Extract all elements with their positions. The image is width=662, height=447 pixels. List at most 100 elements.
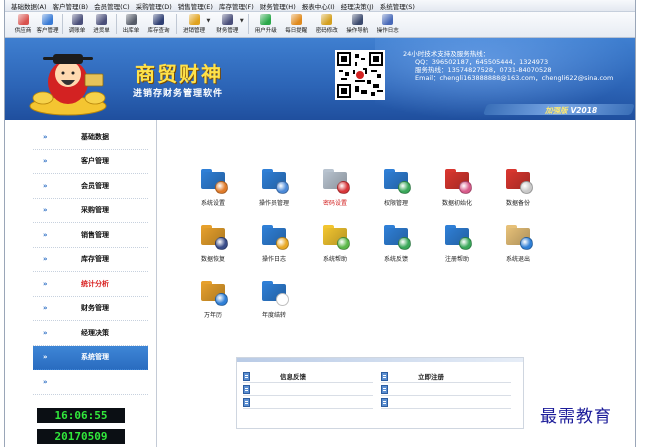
toolbar-reminder-button[interactable]: 每日提醒 (281, 14, 311, 34)
dropdown-arrow-icon[interactable]: ▼ (240, 18, 244, 24)
brand-title: 商贸财神 (135, 62, 223, 86)
function-button[interactable]: 系统设置 (186, 164, 240, 207)
document-icon (243, 384, 250, 394)
toolbar-label: 密码修改 (315, 28, 338, 34)
function-button[interactable]: 注册帮助 (430, 220, 484, 263)
toolbar-label: 进货单 (93, 28, 110, 34)
toolbar-log-button[interactable]: 操作日志 (373, 14, 403, 34)
toolbar-supplier-button[interactable]: 供应商 (11, 14, 35, 34)
double-chevron-icon: » (43, 206, 47, 215)
trade-icon (188, 14, 200, 25)
function-button[interactable]: 系统退出 (491, 220, 545, 263)
sidebar-item-label: 经理决策 (81, 328, 109, 337)
function-label: 密码设置 (322, 200, 347, 207)
toolbar-adjust-button[interactable]: 调账单 (65, 14, 89, 34)
data-restore-icon (198, 220, 228, 250)
double-chevron-icon: » (43, 353, 47, 362)
register-title[interactable]: 立即注册 (418, 371, 444, 381)
toolbar-password-button[interactable]: 密码修改 (312, 14, 342, 34)
toolbar-separator (247, 14, 249, 34)
sidebar-item-manager[interactable]: » 经理决策 (33, 321, 148, 346)
list-item[interactable] (243, 396, 373, 409)
function-label: 操作员管理 (258, 200, 289, 207)
sidebar-item-finance[interactable]: » 财务管理 (33, 297, 148, 321)
clock-time: 16:06:55 (37, 408, 125, 423)
list-item[interactable] (381, 396, 511, 409)
operation-log-icon (259, 220, 289, 250)
menu-reports[interactable]: 报表中心(I) (302, 1, 335, 11)
document-icon (381, 384, 388, 394)
feedback-title: 信息反馈 (280, 373, 306, 381)
customer-icon (42, 14, 53, 25)
function-button[interactable]: 系统反馈 (369, 220, 423, 263)
function-button[interactable]: 密码设置 (308, 164, 362, 207)
sidebar-item-inventory[interactable]: » 库存管理 (33, 248, 148, 272)
function-label: 系统退出 (505, 256, 530, 263)
function-button[interactable]: 操作员管理 (247, 164, 301, 207)
outbound-doc-icon (125, 14, 137, 25)
function-button[interactable]: 系统帮助 (308, 220, 362, 263)
toolbar-outbound-button[interactable]: 出库单 (119, 14, 143, 34)
function-button[interactable]: 万年历 (186, 276, 240, 319)
function-label: 数据恢复 (200, 256, 225, 263)
menu-inventory[interactable]: 库存管理(F) (219, 1, 254, 11)
sidebar-item-members[interactable]: » 会员管理 (33, 174, 148, 199)
dropdown-arrow-icon[interactable]: ▼ (207, 18, 211, 24)
double-chevron-icon: » (43, 181, 47, 190)
toolbar-inventory-query-button[interactable]: 库存查询 (144, 14, 174, 34)
list-item[interactable]: 立即注册 (381, 370, 511, 383)
sidebar-item-customers[interactable]: » 客户管理 (33, 150, 148, 174)
toolbar-label: 库存查询 (147, 28, 170, 34)
menu-basic-data[interactable]: 基础数据(A) (11, 1, 47, 11)
function-label: 万年历 (203, 312, 222, 319)
calendar-icon (198, 276, 228, 306)
sidebar-item-statistics[interactable]: » 统计分析 (33, 272, 148, 297)
finance-icon (221, 14, 233, 25)
list-item[interactable]: 信息反馈 (243, 370, 373, 383)
menu-purchasing[interactable]: 采购管理(D) (136, 1, 172, 11)
purchase-doc-icon (96, 14, 107, 25)
toolbar-trade-button[interactable]: 进销管理 (179, 14, 209, 34)
sidebar-item-basic-data[interactable]: » 基础数据 (33, 125, 148, 150)
password-icon (321, 14, 333, 25)
sidebar-item-purchasing[interactable]: » 采购管理 (33, 199, 148, 223)
function-button[interactable]: 操作日志 (247, 220, 301, 263)
function-label: 系统反馈 (383, 256, 408, 263)
menu-members[interactable]: 会员管理(C) (94, 1, 130, 11)
menu-customers[interactable]: 客户管理(B) (53, 1, 89, 11)
list-item[interactable] (381, 383, 511, 396)
toolbar-purchase-button[interactable]: 进货单 (90, 14, 114, 34)
list-item[interactable] (243, 383, 373, 396)
function-button[interactable]: 数据初始化 (430, 164, 484, 207)
function-button[interactable]: 年度结转 (247, 276, 301, 319)
document-icon (243, 371, 250, 381)
menu-sales[interactable]: 销售管理(E) (178, 1, 213, 11)
toolbar-label: 供应商 (14, 28, 32, 34)
support-title: 24小时技术支持及服务热线： (403, 50, 490, 58)
data-backup-icon (503, 164, 533, 194)
watermark: 最需教育 (540, 407, 612, 427)
supplier-icon (17, 14, 29, 25)
document-icon (381, 397, 388, 407)
toolbar-separator (116, 14, 117, 34)
sidebar-item-system[interactable]: » 系统管理 (33, 345, 148, 370)
sidebar-item-sales[interactable]: » 销售管理 (33, 223, 148, 248)
year-end-icon (259, 276, 289, 306)
toolbar-upgrade-button[interactable]: 用户升级 (251, 14, 281, 34)
menu-finance[interactable]: 财务管理(H) (260, 1, 296, 11)
toolbar-navigation-button[interactable]: 操作导航 (342, 14, 372, 34)
toolbar-finance-button[interactable]: 财务管理 (212, 14, 242, 34)
reminder-icon (290, 14, 302, 25)
function-button[interactable]: 数据恢复 (186, 220, 240, 263)
menu-manager[interactable]: 经理决策(J) (341, 1, 374, 11)
sidebar-item-label: 客户管理 (81, 157, 109, 166)
menu-system[interactable]: 系统管理(S) (380, 1, 415, 11)
toolbar-separator (176, 14, 177, 34)
toolbar-customer-button[interactable]: 客户管理 (36, 14, 60, 34)
function-button[interactable]: 权限管理 (369, 164, 423, 207)
toolbar-label: 进销管理 (182, 28, 205, 34)
toolbar-label: 操作日志 (376, 28, 399, 34)
system-help-icon (320, 220, 350, 250)
function-button[interactable]: 数据备份 (491, 164, 545, 207)
sidebar-item-extra[interactable]: » (33, 370, 148, 395)
